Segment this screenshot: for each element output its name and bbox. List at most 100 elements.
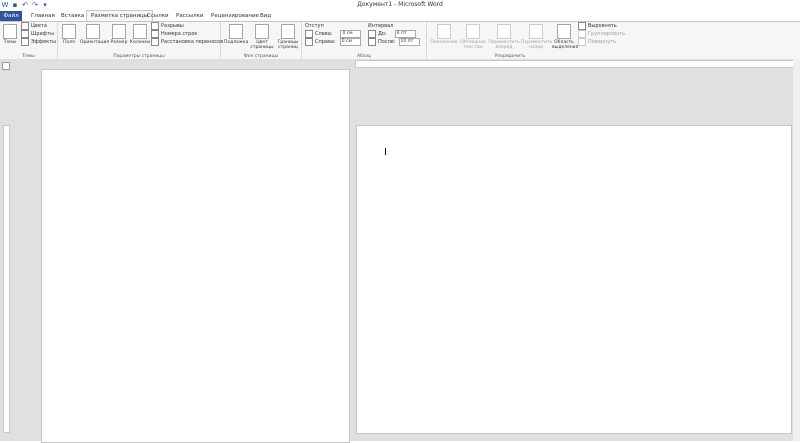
page-landscape[interactable]: [356, 125, 792, 434]
text-cursor: [385, 148, 386, 155]
horizontal-ruler[interactable]: [355, 60, 794, 68]
tab-file[interactable]: Файл: [0, 11, 22, 21]
group-arrange: Положение Обтекание текстом Переместить …: [427, 22, 633, 59]
spacing-header: Интервал: [368, 23, 394, 29]
tab-insert[interactable]: Вставка: [57, 11, 88, 21]
tab-home[interactable]: Главная: [27, 11, 59, 21]
bring-forward-icon: [497, 24, 511, 39]
fonts-label: Шрифты: [31, 31, 54, 37]
group-page-background: Подложка Цвет страницы Границы страниц Ф…: [221, 22, 302, 59]
position-icon: [437, 24, 451, 39]
colors-button[interactable]: Цвета: [21, 22, 47, 30]
rotate-label: Повернуть: [588, 39, 617, 45]
vertical-ruler[interactable]: [3, 125, 10, 433]
size-label: Размер: [110, 40, 128, 45]
tab-review[interactable]: Рецензирование: [207, 11, 263, 21]
send-backward-button[interactable]: Переместить назад: [521, 24, 553, 50]
size-button[interactable]: Размер: [109, 24, 129, 45]
tab-view[interactable]: Вид: [256, 11, 275, 21]
watermark-icon: [229, 24, 243, 39]
indent-left-input[interactable]: 0 см: [340, 30, 362, 38]
align-button[interactable]: Выровнять: [578, 22, 617, 30]
wrap-text-icon: [466, 24, 480, 39]
line-numbers-button[interactable]: Номера строк: [151, 30, 197, 38]
spacing-before-input[interactable]: 0 пт: [394, 30, 416, 38]
margins-button[interactable]: Поля: [60, 24, 78, 45]
indent-right-icon: [305, 38, 313, 46]
rotate-icon: [578, 38, 586, 46]
orientation-label: Ориентация: [80, 40, 110, 45]
hyphenation-button[interactable]: Расстановка переносов: [151, 38, 223, 46]
indent-right-input[interactable]: 0 см: [339, 38, 361, 46]
colors-icon: [21, 22, 29, 30]
themes-label: Темы: [3, 40, 17, 45]
size-icon: [112, 24, 126, 39]
columns-button[interactable]: Колонки: [129, 24, 151, 45]
spacing-after-label: После:: [378, 39, 396, 45]
columns-label: Колонки: [129, 40, 151, 45]
page-borders-icon: [281, 24, 295, 39]
spacing-before-row: До: 0 пт: [368, 30, 416, 38]
indent-header: Отступ: [305, 23, 324, 29]
margins-icon: [62, 24, 76, 39]
line-numbers-icon: [151, 30, 159, 38]
group-objects-button[interactable]: Группировать: [578, 30, 625, 38]
themes-button[interactable]: Темы: [1, 24, 19, 45]
selection-pane-button[interactable]: Область выделения: [552, 24, 579, 50]
tab-references[interactable]: Ссылки: [143, 11, 173, 21]
indent-left-label: Слева:: [315, 31, 333, 37]
indent-right-label: Справа:: [315, 39, 336, 45]
ruler-toggle-button[interactable]: [2, 62, 10, 70]
page-portrait[interactable]: [41, 69, 350, 443]
selection-pane-icon: [557, 24, 571, 39]
breaks-button[interactable]: Разрывы: [151, 22, 184, 30]
fonts-button[interactable]: Шрифты: [21, 30, 54, 38]
ribbon: Темы Цвета Шрифты Эффекты Темы Поля Орие…: [0, 21, 800, 60]
wrap-text-button[interactable]: Обтекание текстом: [459, 24, 487, 50]
tab-mailings[interactable]: Рассылки: [172, 11, 208, 21]
watermark-label: Подложка: [224, 40, 249, 45]
page-color-label: Цвет страницы: [250, 40, 274, 50]
hyphenation-label: Расстановка переносов: [161, 39, 224, 45]
themes-icon: [3, 24, 17, 39]
page-color-button[interactable]: Цвет страницы: [250, 24, 274, 50]
spacing-before-icon: [368, 30, 376, 38]
orientation-button[interactable]: Ориентация: [80, 24, 110, 45]
group-objects-label: Группировать: [588, 31, 626, 37]
breaks-icon: [151, 22, 159, 30]
margins-label: Поля: [63, 40, 75, 45]
indent-left-icon: [305, 30, 313, 38]
page-borders-button[interactable]: Границы страниц: [276, 24, 300, 50]
position-label: Положение: [430, 40, 458, 45]
watermark-button[interactable]: Подложка: [224, 24, 248, 45]
group-themes: Темы Цвета Шрифты Эффекты Темы: [0, 22, 58, 59]
send-backward-label: Переместить назад: [521, 40, 553, 50]
group-paragraph: Отступ Слева: 0 см Справа: 0 см Интервал Д…: [302, 22, 427, 59]
ribbon-tabs: Файл Главная Вставка Разметка страницы С…: [0, 10, 800, 21]
align-label: Выровнять: [588, 23, 617, 29]
send-backward-icon: [529, 24, 543, 39]
window-title: Документ1 - Microsoft Word: [357, 1, 443, 8]
spacing-before-label: До:: [378, 31, 387, 37]
hyphenation-icon: [151, 38, 159, 46]
bring-forward-label: Переместить вперед: [488, 40, 520, 50]
page-color-icon: [255, 24, 269, 39]
page-borders-label: Границы страниц: [277, 40, 299, 50]
spacing-after-input[interactable]: 10 пт: [398, 38, 420, 46]
line-numbers-label: Номера строк: [161, 31, 198, 37]
indent-right-row: Справа: 0 см: [305, 38, 361, 46]
effects-icon: [21, 38, 29, 46]
vertical-scrollbar[interactable]: [793, 59, 800, 441]
wrap-text-label: Обтекание текстом: [460, 40, 486, 50]
indent-left-row: Слева: 0 см: [305, 30, 362, 38]
position-button[interactable]: Положение: [430, 24, 458, 45]
group-page-setup: Поля Ориентация Размер Колонки Разрывы Н…: [58, 22, 223, 59]
effects-button[interactable]: Эффекты: [21, 38, 56, 46]
bring-forward-button[interactable]: Переместить вперед: [488, 24, 520, 50]
rotate-button[interactable]: Повернуть: [578, 38, 616, 46]
selection-pane-label: Область выделения: [552, 40, 579, 50]
effects-label: Эффекты: [31, 39, 56, 45]
fonts-icon: [21, 30, 29, 38]
breaks-label: Разрывы: [161, 23, 184, 29]
colors-label: Цвета: [31, 23, 47, 29]
